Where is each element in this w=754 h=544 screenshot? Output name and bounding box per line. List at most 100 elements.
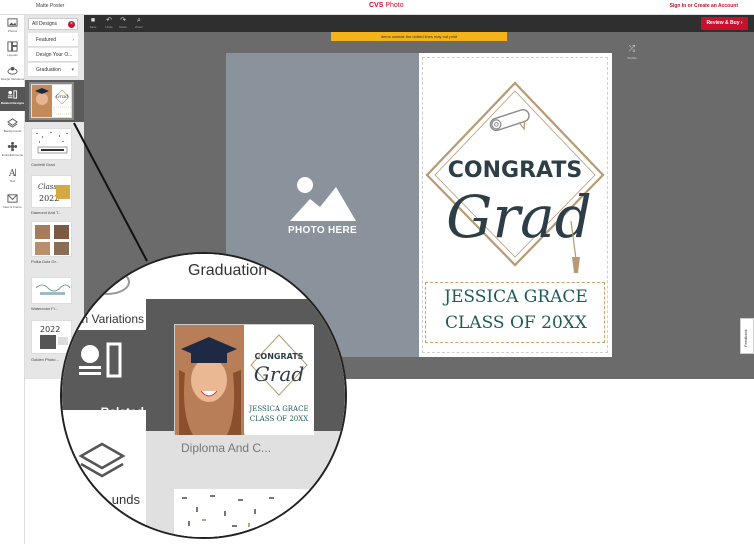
category-label: Featured — [36, 37, 57, 43]
zoom-thumb-caption: Diploma And C... — [181, 441, 272, 455]
zoom-thumb-name2: CLASS OF 20XX — [250, 415, 308, 423]
category-label: Design Your O... — [36, 52, 73, 58]
redo-icon: ↷ — [120, 17, 126, 24]
related-designs-icon — [7, 90, 18, 99]
save-label: Save — [89, 25, 97, 29]
zoom-related-active — [62, 330, 146, 410]
undo-label: Undo — [105, 25, 113, 29]
design-variations-icon — [7, 66, 18, 75]
congrats-grad-artwork[interactable]: CONGRATS Grad — [422, 77, 608, 277]
image-icon — [290, 177, 356, 221]
name-line-2: CLASS OF 20XX — [445, 313, 587, 333]
feedback-tab[interactable]: Feedback — [740, 318, 754, 354]
design-thumb-diploma[interactable]: Grad — [29, 82, 74, 120]
zoom-confetti-thumb — [174, 489, 314, 537]
brand-name: CVS — [369, 2, 384, 9]
redo-button[interactable]: ↷ Redo — [116, 17, 130, 30]
feedback-label: Feedback — [743, 329, 748, 347]
rail-item-embellishments[interactable]: Embellishments — [0, 139, 25, 163]
embellishments-icon — [7, 141, 18, 152]
svg-text:Class: Class — [38, 183, 57, 191]
category-design-your-own[interactable]: Design Your O... — [28, 48, 78, 62]
zoom-variations-label: gn Variations — [74, 312, 144, 326]
chevron-right-icon: › — [72, 37, 74, 43]
backgrounds-icon — [7, 118, 18, 128]
design-thumb-polka[interactable] — [31, 221, 72, 257]
zoom-design-thumb: CONGRATS Grad JESSICA GRACE CLASS OF 20X… — [174, 324, 314, 435]
rail-label-photos: Photos — [7, 29, 18, 33]
product-title: Matte Poster — [36, 3, 65, 9]
editor-toolbar: ■ Save ↶ Undo ↷ Redo ⌕ Zoom Review & Buy… — [84, 15, 754, 32]
rail-item-design-variations[interactable]: Design Variations — [0, 63, 25, 87]
photos-icon — [7, 18, 18, 27]
filter-value: All Designs — [32, 21, 58, 27]
zoom-icon: ⌕ — [137, 17, 141, 24]
zoom-backgrounds-icon — [78, 442, 126, 478]
zoom-thumb-grad: Grad — [254, 362, 304, 386]
save-icon: ■ — [90, 17, 96, 24]
design-thumb-diamond[interactable]: Class 2022 — [31, 175, 72, 208]
thumb-label: Confetti Grad — [31, 162, 55, 167]
new-frame-icon — [7, 194, 18, 203]
category-label: Graduation — [36, 67, 61, 73]
designs-filter-select[interactable]: All Designs × — [28, 18, 78, 30]
design-thumb-confetti[interactable] — [31, 128, 72, 160]
category-graduation[interactable]: Graduation ▾ — [28, 63, 78, 77]
rail-item-photos[interactable]: Photos — [0, 15, 25, 39]
rail-item-text[interactable]: A Text — [0, 165, 25, 189]
design-thumb-image: Class 2022 — [32, 176, 71, 207]
zoom-thumb-image: CONGRATS Grad JESSICA GRACE CLASS OF 20X… — [175, 325, 314, 435]
svg-text:2022: 2022 — [40, 325, 60, 334]
app-root: Matte Poster CVS Photo Sign In or Create… — [0, 0, 754, 544]
name-text-box[interactable]: JESSICA GRACE CLASS OF 20XX — [425, 282, 605, 343]
photo-placeholder-label: PHOTO HERE — [288, 225, 357, 236]
save-button[interactable]: ■ Save — [86, 17, 100, 30]
rail-label-text: Text — [9, 179, 16, 183]
rail-item-backgrounds[interactable]: Backgrounds — [0, 115, 25, 139]
rail-label-embellishments: Embellishments — [1, 153, 24, 157]
zoom-related-designs-label: Related Designs — [97, 405, 144, 433]
congrats-text: CONGRATS — [448, 158, 582, 183]
sign-in-link[interactable]: Sign In or Create an Account — [670, 3, 738, 9]
top-bar: Matte Poster CVS Photo Sign In or Create… — [0, 0, 754, 15]
rail-item-new-frame[interactable]: New & Frame — [0, 191, 25, 215]
zoom-thumb-congrats: CONGRATS — [255, 352, 304, 361]
zoom-graduation-heading: Graduation — [188, 262, 268, 279]
category-featured[interactable]: Featured › — [28, 33, 78, 47]
zoom-design-variations-icon — [62, 260, 146, 300]
left-tool-rail: Photos Layouts Design Variations Related… — [0, 15, 25, 544]
design-thumb-image: Grad — [32, 85, 71, 117]
zoom-confetti-image — [174, 489, 314, 537]
grad-script-text: Grad — [446, 183, 592, 251]
rail-label-layouts: Layouts — [7, 53, 18, 57]
brand-suffix: Photo — [383, 2, 404, 9]
rail-item-layouts[interactable]: Layouts — [0, 39, 25, 63]
zoom-related-designs-icon — [79, 342, 122, 378]
svg-text:A: A — [8, 168, 16, 178]
rail-label-new-frame: New & Frame — [3, 205, 22, 209]
shuffle-label: Shuffle — [627, 56, 637, 60]
undo-icon: ↶ — [106, 17, 112, 24]
design-thumb-image — [32, 222, 71, 256]
zoom-button[interactable]: ⌕ Zoom — [132, 17, 146, 30]
text-icon: A — [8, 168, 16, 178]
chevron-down-icon: ▾ — [71, 67, 74, 73]
name-line-1: JESSICA GRACE — [444, 287, 588, 307]
review-and-buy-button[interactable]: Review & Buy › — [701, 17, 748, 30]
rail-label-design-variations: Design Variations — [0, 77, 25, 81]
rail-item-related-designs[interactable]: Related Designs — [0, 87, 25, 111]
zoom-callout: Graduation gn Variations Related Designs — [60, 252, 347, 539]
zoom-backgrounds-label: unds — [111, 492, 140, 507]
layouts-icon — [7, 41, 18, 52]
clear-filter-icon[interactable]: × — [68, 21, 75, 28]
design-thumb-image — [32, 129, 71, 159]
zoom-callout-content: Graduation gn Variations Related Designs — [62, 254, 345, 537]
brand-logo[interactable]: CVS Photo — [369, 2, 404, 9]
rail-label-backgrounds: Backgrounds — [3, 129, 22, 133]
svg-text:Grad: Grad — [56, 94, 69, 100]
print-warning-banner: Items outside the dotted lines may not p… — [331, 32, 507, 41]
rail-label-related-designs: Related Designs — [0, 101, 25, 105]
undo-button[interactable]: ↶ Undo — [102, 17, 116, 30]
zoom-thumb-name1: JESSICA GRACE — [248, 405, 308, 413]
redo-label: Redo — [119, 25, 127, 29]
